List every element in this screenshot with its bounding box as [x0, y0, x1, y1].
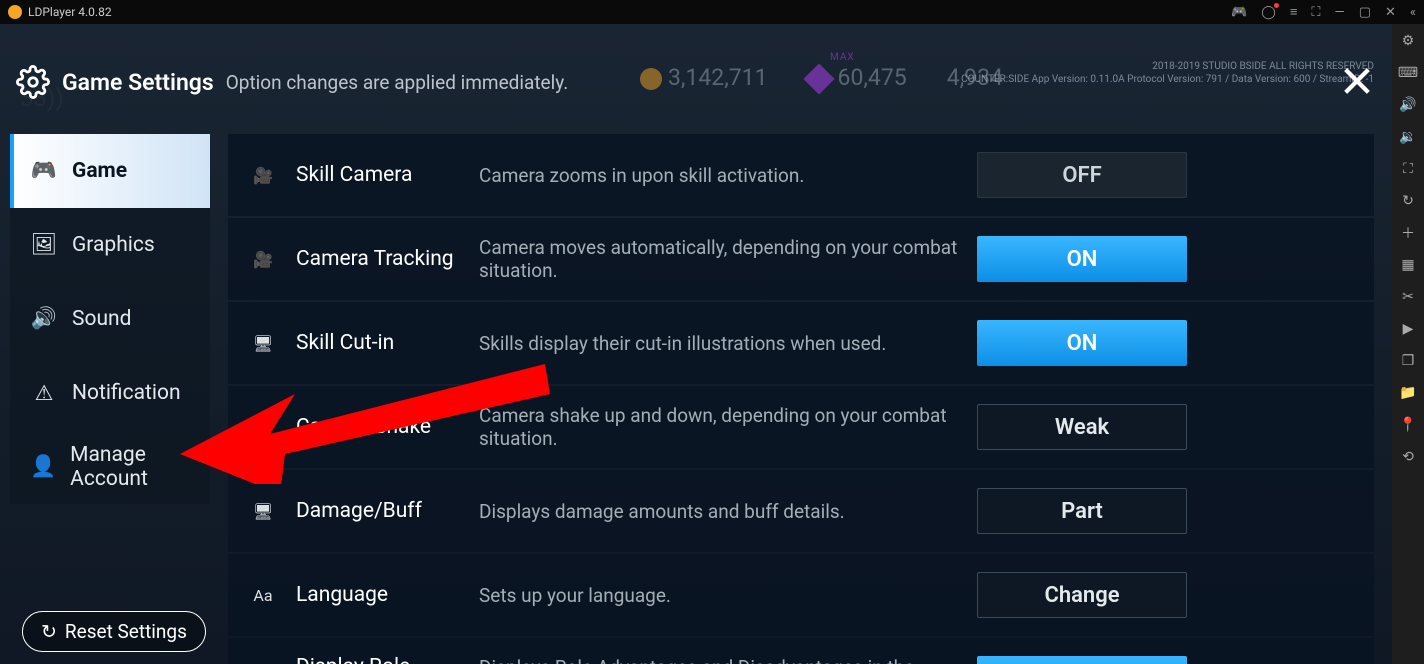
sidebar-item-label: Graphics	[72, 233, 155, 257]
gems-display: 60,475	[808, 64, 907, 91]
scissors-icon[interactable]: ✂	[1399, 288, 1417, 306]
setting-toggle[interactable]: Change	[977, 572, 1187, 618]
max-badge: MAX	[830, 52, 855, 63]
account-icon[interactable]: ◯	[1261, 5, 1276, 20]
close-settings-button[interactable]	[1340, 64, 1374, 98]
gear-icon	[16, 65, 50, 99]
setting-title: Skill Cut-in	[296, 331, 461, 355]
setting-row-skill-cut-in: 🖥 Skill Cut-in Skills display their cut-in…	[228, 302, 1374, 384]
setting-toggle[interactable]: ON	[977, 656, 1187, 664]
page-title: Game Settings	[62, 69, 214, 96]
coins-display: 3,142,711	[640, 64, 768, 91]
close-window-button[interactable]: ✕	[1385, 5, 1396, 20]
emulator-right-toolbar: ⚙ ⌨ 🔊 🔉 ⛶ ↻ ＋ ▦ ✂ ▶ ❐ 📁 📍 ⟲	[1392, 24, 1424, 664]
setting-row-skill-camera: 🎥 Skill Camera Camera zooms in upon skill …	[228, 134, 1374, 216]
record-icon[interactable]: ▶	[1399, 320, 1417, 338]
setting-row-camera-shake: 🖥 Camera Shake Camera shake up and down, d…	[228, 386, 1374, 468]
setting-row-icon: 🎥	[248, 166, 278, 185]
gamepad-icon: 🎮	[30, 157, 58, 185]
gamepad-icon[interactable]: 🎮	[1231, 5, 1247, 20]
minimize-button[interactable]: —	[1335, 5, 1345, 20]
setting-row-language: Aa Language Sets up your language. Change	[228, 554, 1374, 636]
diamonds-display: 4,934	[947, 64, 1003, 91]
setting-title: Damage/Buff	[296, 499, 461, 523]
setting-row-damage-buff: 🖥 Damage/Buff Displays damage amounts and …	[228, 470, 1374, 552]
refresh-icon: ↻	[41, 620, 57, 643]
setting-row-icon: 🖥	[248, 418, 278, 437]
maximize-button[interactable]: ▢	[1359, 5, 1371, 20]
apk-icon[interactable]: ▦	[1399, 256, 1417, 274]
setting-description: Displays damage amounts and buff details…	[479, 500, 959, 523]
sidebar-item-sound[interactable]: 🔊 Sound	[10, 282, 210, 356]
game-stage: ⚙ ⌨ 🔊 🔉 ⛶ ↻ ＋ ▦ ✂ ▶ ❐ 📁 📍 ⟲ 33)) 2018-20…	[0, 24, 1424, 664]
sidebar-item-game[interactable]: 🎮 Game	[10, 134, 210, 208]
setting-description: Skills display their cut-in illustration…	[479, 332, 959, 355]
settings-panel: 🎥 Skill Camera Camera zooms in upon skill …	[228, 134, 1374, 664]
setting-row-icon: 🖥	[248, 334, 278, 353]
sidebar-item-manage-account[interactable]: 👤 Manage Account	[10, 430, 210, 504]
reset-label: Reset Settings	[65, 620, 187, 643]
volume-up-icon[interactable]: 🔊	[1399, 96, 1417, 114]
sidebar-item-label: Sound	[72, 307, 131, 331]
speaker-icon: 🔊	[30, 305, 58, 333]
keyboard-icon[interactable]: ⌨	[1399, 64, 1417, 82]
setting-toggle[interactable]: OFF	[977, 152, 1187, 198]
setting-description: Camera shake up and down, depending on y…	[479, 404, 959, 450]
window-controls: 🎮 ◯ ≡ ⛶ — ▢ ✕ «	[1231, 4, 1416, 20]
app-title: LDPlayer 4.0.82	[28, 5, 112, 19]
setting-title: Camera Shake	[296, 415, 461, 439]
gear-icon[interactable]: ⚙	[1399, 32, 1417, 50]
setting-toggle[interactable]: Part	[977, 488, 1187, 534]
layers-icon[interactable]: ❐	[1399, 352, 1417, 370]
setting-title: Camera Tracking	[296, 247, 461, 271]
warning-icon: ⚠	[30, 379, 58, 407]
setting-title: Language	[296, 583, 461, 607]
setting-title: Display Role Advantages	[296, 655, 461, 664]
setting-description: Displays Role Advantages and Disadvantag…	[479, 656, 959, 664]
setting-row-display-role-advantages: ⛶Display Role AdvantagesDisplays Role Ad…	[228, 638, 1374, 664]
titlebar: LDPlayer 4.0.82 🎮 ◯ ≡ ⛶ — ▢ ✕ «	[0, 0, 1424, 24]
sidebar-item-label: Notification	[72, 381, 181, 405]
setting-toggle[interactable]: Weak	[977, 404, 1187, 450]
page-subtitle: Option changes are applied immediately.	[226, 71, 569, 94]
sync-icon[interactable]: ↻	[1399, 192, 1417, 210]
user-icon: 👤	[30, 453, 56, 481]
ldplayer-logo-icon	[8, 5, 22, 19]
rotate-icon[interactable]: ⟲	[1399, 448, 1417, 466]
setting-title: Skill Camera	[296, 163, 461, 187]
sidebar-item-notification[interactable]: ⚠ Notification	[10, 356, 210, 430]
sidebar-item-label: Manage Account	[70, 443, 210, 491]
setting-row-icon: 🎥	[248, 250, 278, 269]
folder-icon[interactable]: 📁	[1399, 384, 1417, 402]
top-resource-bar: MAX 3,142,711 60,475 4,934	[640, 64, 1003, 91]
reset-settings-button[interactable]: ↻ Reset Settings	[22, 611, 206, 652]
setting-description: Camera moves automatically, depending on…	[479, 236, 959, 282]
add-icon[interactable]: ＋	[1399, 224, 1417, 242]
location-icon[interactable]: 📍	[1399, 416, 1417, 434]
expand-icon[interactable]: ⛶	[1311, 5, 1320, 20]
setting-description: Sets up your language.	[479, 584, 959, 607]
setting-description: Camera zooms in upon skill activation.	[479, 164, 959, 187]
setting-toggle[interactable]: ON	[977, 236, 1187, 282]
image-icon: 🖼	[30, 231, 58, 259]
collapse-icon[interactable]: «	[1410, 5, 1416, 20]
settings-sidebar: 🎮 Game 🖼 Graphics 🔊 Sound ⚠ Notification…	[10, 134, 210, 504]
setting-row-icon: 🖥	[248, 502, 278, 521]
menu-icon[interactable]: ≡	[1290, 4, 1298, 20]
setting-toggle[interactable]: ON	[977, 320, 1187, 366]
setting-row-icon: Aa	[248, 586, 278, 605]
setting-row-camera-tracking: 🎥 Camera Tracking Camera moves automatical…	[228, 218, 1374, 300]
sidebar-item-graphics[interactable]: 🖼 Graphics	[10, 208, 210, 282]
volume-down-icon[interactable]: 🔉	[1399, 128, 1417, 146]
fullscreen-icon[interactable]: ⛶	[1399, 160, 1417, 178]
sidebar-item-label: Game	[72, 159, 127, 183]
